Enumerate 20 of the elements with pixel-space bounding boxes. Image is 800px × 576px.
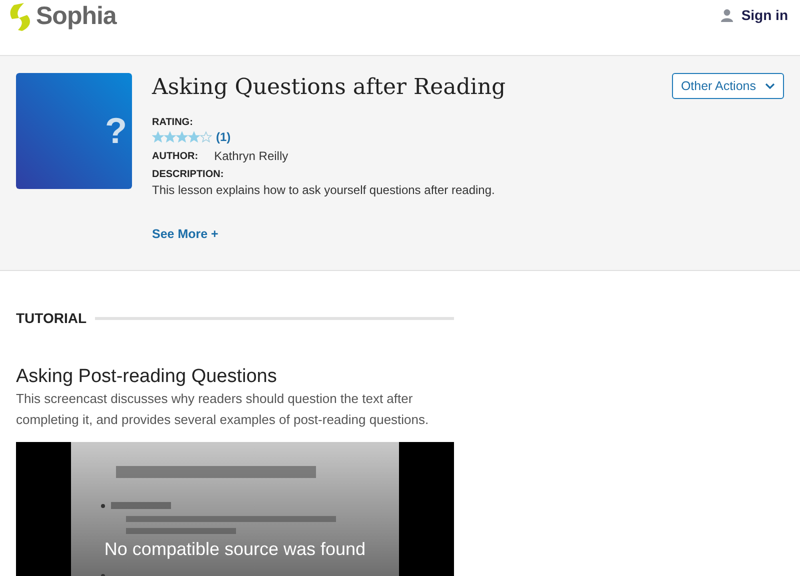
tutorial-title: Asking Post-reading Questions <box>16 366 278 388</box>
user-icon <box>721 8 734 22</box>
logo-icon <box>10 2 32 30</box>
description-label: DESCRIPTION: <box>152 169 225 180</box>
lesson-description: This lesson explains how to ask yourself questions after reading. <box>152 183 496 197</box>
rating-count[interactable]: (1) <box>216 130 231 144</box>
other-actions-button[interactable]: Other Actions <box>672 73 784 99</box>
question-mark: ? <box>105 110 127 151</box>
tutorial-description: This screencast discusses why readers should question the text after completing it, and provides several examples of post-reading questions. <box>16 390 430 429</box>
error-message: No compatible source was found <box>103 539 367 560</box>
chevron-down-icon <box>765 83 775 89</box>
sign-in-button[interactable]: Sign in <box>721 7 788 23</box>
lesson-title: Asking Questions after Reading <box>152 74 506 102</box>
author-label: AUTHOR: <box>152 150 198 162</box>
logo-text: Sophia <box>36 2 116 31</box>
video-player[interactable]: No compatible source was found <box>16 442 454 576</box>
rating-label: RATING: <box>152 117 194 128</box>
section-label: TUTORIAL <box>16 310 87 326</box>
author-name: Kathryn Reilly <box>214 149 288 163</box>
see-more-link[interactable]: See More + <box>152 227 218 241</box>
